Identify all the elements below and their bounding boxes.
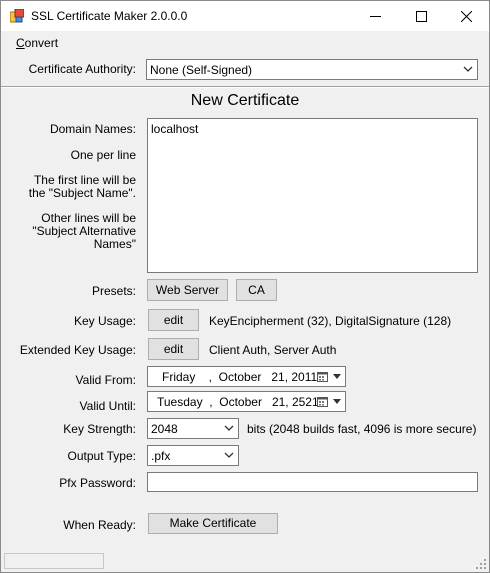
status-bar [1, 550, 489, 572]
pfx-password-input[interactable] [147, 472, 478, 492]
calendar-icon [317, 372, 328, 382]
help-one-per-line: One per line [70, 148, 136, 162]
app-window: SSL Certificate Maker 2.0.0.0 Convert Ce… [0, 0, 490, 573]
valid-from-picker[interactable]: Friday , October 21, 2011 [147, 366, 346, 387]
key-strength-value: 2048 [151, 422, 178, 436]
ca-row: Certificate Authority: None (Self-Signed… [1, 55, 489, 83]
resize-grip-icon[interactable] [476, 559, 487, 570]
key-strength-label: Key Strength: [63, 422, 136, 436]
ext-key-usage-edit-button[interactable]: edit [148, 338, 199, 360]
output-type-value: .pfx [151, 449, 171, 463]
valid-until-label: Valid Until: [79, 399, 136, 413]
maximize-button[interactable] [398, 1, 444, 31]
output-type-select[interactable]: .pfx [147, 445, 239, 466]
valid-until-value: Tuesday , October 21, 2521 [157, 395, 319, 409]
ca-select-value: None (Self-Signed) [150, 63, 253, 77]
valid-from-label: Valid From: [75, 373, 136, 387]
when-ready-label: When Ready: [63, 518, 136, 532]
ca-label: Certificate Authority: [28, 62, 136, 76]
key-usage-value: KeyEncipherment (32), DigitalSignature (… [209, 314, 452, 328]
section-title: New Certificate [190, 92, 300, 109]
menu-convert[interactable]: Convert [16, 36, 58, 50]
ext-key-usage-label: Extended Key Usage: [19, 343, 136, 357]
preset-web-server-button[interactable]: Web Server [147, 279, 228, 301]
title-bar[interactable]: SSL Certificate Maker 2.0.0.0 [1, 1, 489, 31]
make-certificate-button[interactable]: Make Certificate [148, 513, 278, 534]
dropdown-arrow-icon [333, 399, 341, 404]
key-usage-label: Key Usage: [73, 314, 136, 328]
pfx-password-label: Pfx Password: [59, 476, 136, 490]
ca-select[interactable]: None (Self-Signed) [146, 59, 478, 80]
window-title: SSL Certificate Maker 2.0.0.0 [31, 9, 188, 23]
dropdown-arrow-icon [333, 374, 341, 379]
domain-names-textarea[interactable]: localhost [147, 118, 478, 273]
key-strength-note: bits (2048 builds fast, 4096 is more sec… [247, 422, 477, 436]
domain-names-label: Domain Names: [49, 122, 136, 136]
chevron-down-icon [224, 452, 234, 458]
chevron-down-icon [463, 66, 473, 72]
menu-bar: Convert [1, 31, 489, 55]
chevron-down-icon [224, 425, 234, 431]
domain-names-value: localhost [151, 122, 199, 136]
close-button[interactable] [443, 1, 489, 31]
ext-key-usage-value: Client Auth, Server Auth [209, 343, 337, 357]
valid-until-picker[interactable]: Tuesday , October 21, 2521 [147, 391, 346, 412]
calendar-icon [317, 397, 328, 407]
presets-label: Presets: [91, 284, 136, 298]
key-usage-edit-button[interactable]: edit [148, 309, 199, 331]
minimize-button[interactable] [352, 1, 398, 31]
divider-highlight [1, 87, 489, 88]
minimize-icon [369, 15, 381, 17]
help-other-lines: Other lines will be "Subject Alternative… [32, 211, 136, 251]
output-type-label: Output Type: [67, 449, 137, 463]
key-strength-select[interactable]: 2048 [147, 418, 239, 439]
help-first-line: The first line will be the "Subject Name… [28, 173, 136, 200]
valid-from-value: Friday , October 21, 2011 [162, 370, 318, 384]
close-icon [460, 10, 472, 22]
app-icon [10, 9, 24, 23]
maximize-icon [415, 10, 427, 22]
status-panel [4, 553, 104, 569]
preset-ca-button[interactable]: CA [236, 279, 277, 301]
